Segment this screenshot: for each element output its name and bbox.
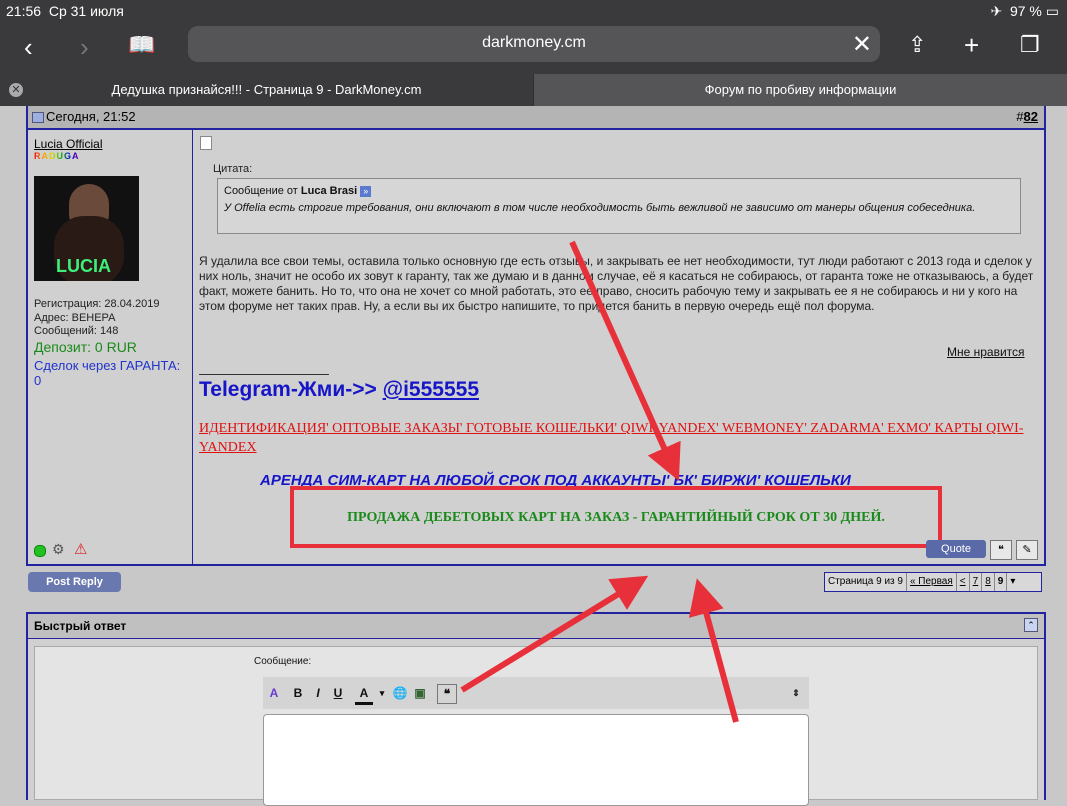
author-name[interactable]: Lucia Official xyxy=(34,137,102,151)
bold-button[interactable]: B xyxy=(289,684,307,702)
status-date: Ср 31 июля xyxy=(48,3,124,19)
status-bar: 21:56 Ср 31 июля ✈ 97 % ▭ xyxy=(0,0,1067,22)
share-icon[interactable]: ⇪ xyxy=(908,32,926,58)
pager-9: 9 xyxy=(995,573,1008,591)
message-textarea[interactable] xyxy=(263,714,809,806)
multi-quote-icon[interactable]: ❝ xyxy=(990,540,1012,560)
signature-telegram[interactable]: Telegram-Жми->> @i555555 xyxy=(199,378,479,402)
status-time-date: 21:56 Ср 31 июля xyxy=(6,3,124,19)
quick-reply-title: Быстрый ответ xyxy=(34,619,127,633)
highlight-box: ПРОДАЖА ДЕБЕТОВЫХ КАРТ НА ЗАКАЗ - ГАРАНТ… xyxy=(290,486,942,548)
quote-box: Сообщение от Luca Brasi » У Offelia есть… xyxy=(217,178,1021,234)
quote-label: Цитата: xyxy=(213,163,253,175)
view-post-icon[interactable]: » xyxy=(360,186,372,197)
insert-image-icon[interactable]: ▣ xyxy=(411,684,429,702)
tab-inactive[interactable]: Форум по пробиву информации xyxy=(534,74,1067,106)
battery-percent: 97 % xyxy=(1009,3,1042,19)
underline-button[interactable]: U xyxy=(329,684,347,702)
author-address: Адрес: ВЕНЕРА xyxy=(34,312,116,324)
signature-debit: ПРОДАЖА ДЕБЕТОВЫХ КАРТ НА ЗАКАЗ - ГАРАНТ… xyxy=(347,510,885,525)
address-bar[interactable]: darkmoney.cm ✕ xyxy=(188,26,880,62)
collapse-icon[interactable]: ⌃ xyxy=(1024,618,1038,632)
author-deals: Сделок через ГАРАНТА: 0 xyxy=(34,358,181,388)
post-reply-button[interactable]: Post Reply xyxy=(28,572,121,592)
close-icon[interactable]: ✕ xyxy=(852,30,872,59)
author-rank-text: RADUGA xyxy=(34,151,80,161)
insert-link-icon[interactable]: 🌐 xyxy=(391,684,409,702)
tabs-icon[interactable]: ❐ xyxy=(1020,32,1040,58)
post-date: Сегодня, 21:52 xyxy=(46,109,136,124)
text-color-button[interactable]: A xyxy=(355,684,373,705)
pagination: Страница 9 из 9 « Первая <7 8 9 ▾ xyxy=(824,572,1042,592)
quote-button[interactable]: Quote xyxy=(926,540,986,558)
telegram-handle[interactable]: @i555555 xyxy=(383,378,479,401)
avatar[interactable]: LUCIA xyxy=(34,176,139,281)
remove-format-icon[interactable]: A xyxy=(265,684,283,702)
quote-text: У Offelia есть строгие требования, они в… xyxy=(224,202,976,214)
back-icon[interactable]: ‹ xyxy=(24,34,33,60)
quote-from: Сообщение от Luca Brasi » xyxy=(224,185,372,197)
tab-bar: ✕ Дедушка признайся!!! - Страница 9 - Da… xyxy=(0,74,1067,106)
post-number-link[interactable]: 82 xyxy=(1024,109,1038,124)
author-deposit: Депозит: 0 RUR xyxy=(34,339,137,355)
post-header: Сегодня, 21:52 #82 xyxy=(28,106,1044,130)
telegram-label: Telegram-Жми->> xyxy=(199,378,377,401)
editor-toolbar: A B I U A ▾ 🌐 ▣ ❝ ⇕ xyxy=(263,677,809,709)
status-time: 21:56 xyxy=(6,3,42,19)
post-number-prefix: # xyxy=(1016,109,1024,124)
pager-7[interactable]: 7 xyxy=(970,573,983,591)
tab-active[interactable]: ✕ Дедушка признайся!!! - Страница 9 - Da… xyxy=(0,74,533,106)
color-dropdown-icon[interactable]: ▾ xyxy=(373,684,391,702)
quick-reply-header: Быстрый ответ ⌃ xyxy=(28,614,1044,639)
edit-icon[interactable]: ✎ xyxy=(1016,540,1038,560)
insert-quote-icon[interactable]: ❝ xyxy=(437,684,457,704)
settings-icon[interactable]: ⚙ xyxy=(52,541,65,558)
author-registration: Регистрация: 28.04.2019 xyxy=(34,298,160,310)
pager-menu-icon[interactable]: ▾ xyxy=(1007,573,1018,591)
tab-close-icon[interactable]: ✕ xyxy=(9,83,23,97)
pager-first[interactable]: « Первая xyxy=(907,573,957,591)
italic-button[interactable]: I xyxy=(309,684,327,702)
forward-icon[interactable]: › xyxy=(80,34,89,60)
author-messages: Сообщений: 148 xyxy=(34,325,119,337)
avatar-text: LUCIA xyxy=(56,256,111,276)
pager-prev[interactable]: < xyxy=(957,573,970,591)
like-link[interactable]: Мне нравится xyxy=(947,345,1025,359)
bookmarks-icon[interactable]: 📖 xyxy=(128,32,155,58)
post-status-icon xyxy=(32,112,44,123)
status-right: ✈ 97 % ▭ xyxy=(990,3,1059,19)
quote-from-user[interactable]: Luca Brasi xyxy=(301,185,357,197)
author-rank: RADUGA xyxy=(34,151,80,161)
url-text: darkmoney.cm xyxy=(482,34,586,51)
quote-from-prefix: Сообщение от xyxy=(224,185,298,197)
post-icon xyxy=(200,136,212,150)
online-status-icon xyxy=(34,545,46,557)
pager-8[interactable]: 8 xyxy=(982,573,995,591)
pager-label: Страница 9 из 9 xyxy=(825,573,907,591)
editor-resize-icon[interactable]: ⇕ xyxy=(787,684,805,702)
new-tab-icon[interactable]: + xyxy=(964,32,979,58)
post-text: Я удалила все свои темы, оставила только… xyxy=(199,254,1034,313)
tab-title: Дедушка признайся!!! - Страница 9 - Dark… xyxy=(111,82,422,97)
signature-ident-link[interactable]: ИДЕНТИФИКАЦИЯ' ОПТОВЫЕ ЗАКАЗЫ' ГОТОВЫЕ К… xyxy=(199,419,1037,457)
tab-title: Форум по пробиву информации xyxy=(704,82,897,97)
message-label: Сообщение: xyxy=(254,656,312,667)
signature-divider xyxy=(199,374,329,375)
post-number[interactable]: #82 xyxy=(1016,109,1038,124)
report-icon[interactable]: ⚠ xyxy=(74,540,87,558)
